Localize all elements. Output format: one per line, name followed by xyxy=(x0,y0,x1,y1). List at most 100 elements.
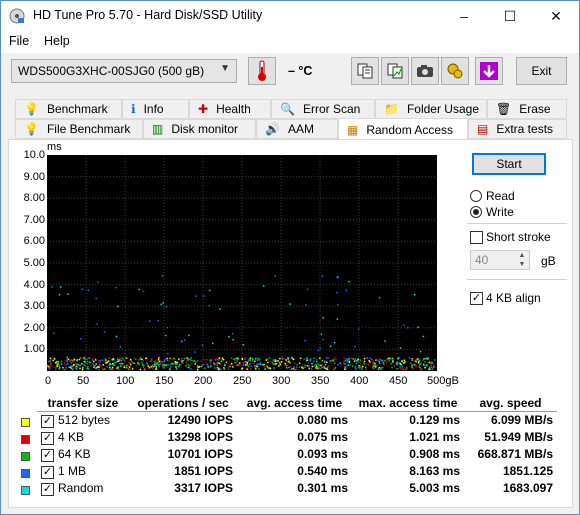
options-button[interactable] xyxy=(441,57,469,85)
menu-help[interactable]: Help xyxy=(44,34,70,48)
data-point xyxy=(263,363,266,366)
data-point xyxy=(337,276,340,278)
data-point xyxy=(81,357,84,359)
save-text-button[interactable] xyxy=(381,57,409,85)
magnifier-icon: 🔍 xyxy=(280,102,295,116)
row-checkbox[interactable]: ✓ xyxy=(41,448,54,462)
tab-file-benchmark[interactable]: 💡 File Benchmark xyxy=(15,119,143,139)
data-point xyxy=(290,368,293,370)
data-point xyxy=(151,364,154,367)
data-point xyxy=(408,357,411,359)
data-point xyxy=(116,360,119,363)
data-point xyxy=(109,368,111,370)
spin-down-icon[interactable]: ▼ xyxy=(515,260,529,269)
data-point xyxy=(120,359,122,362)
data-point xyxy=(244,358,246,360)
align-4kb-checkbox[interactable]: ✓ xyxy=(470,292,483,305)
tab-extra-tests[interactable]: ▤ Extra tests xyxy=(468,119,567,139)
data-point xyxy=(219,368,222,370)
tab-folder-usage[interactable]: 📁 Folder Usage xyxy=(375,99,487,119)
data-point xyxy=(81,368,84,371)
tab-disk-monitor[interactable]: ▥ Disk monitor xyxy=(143,119,256,139)
drive-select[interactable]: WDS500G3XHC-00SJG0 (500 gB) ▼ xyxy=(11,59,237,83)
maximize-button[interactable]: ☐ xyxy=(487,1,533,31)
data-point xyxy=(220,359,223,361)
row-checkbox[interactable]: ✓ xyxy=(41,482,54,496)
data-point xyxy=(157,361,160,364)
row-checkbox[interactable]: ✓ xyxy=(41,431,54,445)
data-point xyxy=(343,365,346,368)
exit-button[interactable]: Exit xyxy=(516,57,567,85)
data-point xyxy=(162,302,165,304)
data-point xyxy=(274,359,277,361)
data-point xyxy=(75,367,78,370)
menu-file[interactable]: File xyxy=(9,34,29,48)
data-point xyxy=(195,361,197,363)
align-4kb-label: 4 KB align xyxy=(486,291,541,305)
data-point xyxy=(259,359,261,361)
copy-info-button[interactable] xyxy=(351,57,379,85)
spin-up-icon[interactable]: ▲ xyxy=(515,251,529,260)
data-point xyxy=(108,360,111,362)
close-button[interactable]: ✕ xyxy=(533,1,579,31)
data-point xyxy=(197,366,199,369)
data-point xyxy=(206,363,208,366)
data-point xyxy=(146,362,148,364)
data-point xyxy=(250,365,253,368)
tab-info[interactable]: ℹ Info xyxy=(122,99,189,119)
data-point xyxy=(380,367,382,369)
data-point xyxy=(147,365,149,367)
data-point xyxy=(343,360,345,363)
data-point xyxy=(298,362,301,365)
divider xyxy=(467,279,567,280)
data-point xyxy=(333,368,335,371)
data-point xyxy=(267,367,269,369)
data-point xyxy=(128,368,130,370)
read-radio[interactable] xyxy=(470,190,482,202)
data-point xyxy=(60,360,63,363)
data-point xyxy=(390,362,392,365)
data-point xyxy=(326,368,328,371)
row-checkbox[interactable]: ✓ xyxy=(41,465,54,479)
data-point xyxy=(313,357,315,360)
write-radio[interactable] xyxy=(470,206,482,218)
screenshot-button[interactable] xyxy=(411,57,439,85)
data-point xyxy=(82,367,84,369)
data-point xyxy=(354,345,356,348)
tab-benchmark[interactable]: 💡 Benchmark xyxy=(15,99,122,119)
data-point xyxy=(165,306,168,308)
copy-graph-icon xyxy=(387,63,403,79)
tab-erase[interactable]: 🗑 Erase xyxy=(487,99,567,119)
data-point xyxy=(47,365,50,368)
data-point xyxy=(167,363,169,366)
data-point xyxy=(116,305,119,308)
data-point xyxy=(321,364,324,366)
row-checkbox[interactable]: ✓ xyxy=(41,414,54,428)
tab-random-access[interactable]: ▦ Random Access xyxy=(338,118,468,140)
data-point xyxy=(292,358,294,361)
download-button[interactable] xyxy=(475,57,503,85)
data-point xyxy=(152,367,154,370)
data-point xyxy=(231,332,234,335)
tab-error-scan[interactable]: 🔍 Error Scan xyxy=(271,99,375,119)
data-point xyxy=(302,367,304,369)
data-point xyxy=(242,344,245,346)
short-stroke-spinner[interactable]: 40 ▲ ▼ xyxy=(470,250,530,270)
data-point xyxy=(142,366,145,368)
data-point xyxy=(245,364,247,366)
data-point xyxy=(52,359,54,362)
y-tick-label: 6.00 xyxy=(23,235,45,248)
data-point xyxy=(162,365,165,367)
start-button[interactable]: Start xyxy=(472,153,546,175)
data-point xyxy=(417,326,419,328)
data-point xyxy=(133,357,136,359)
temperature-button[interactable] xyxy=(248,57,276,85)
folder-icon: 📁 xyxy=(384,102,399,116)
short-stroke-checkbox[interactable] xyxy=(470,231,483,244)
data-point xyxy=(304,364,306,366)
tab-aam[interactable]: 🔊 AAM xyxy=(256,119,338,139)
data-point xyxy=(415,364,417,366)
data-point xyxy=(375,364,377,366)
minimize-button[interactable]: – xyxy=(441,1,487,31)
tab-health[interactable]: ✚ Health xyxy=(189,99,271,119)
